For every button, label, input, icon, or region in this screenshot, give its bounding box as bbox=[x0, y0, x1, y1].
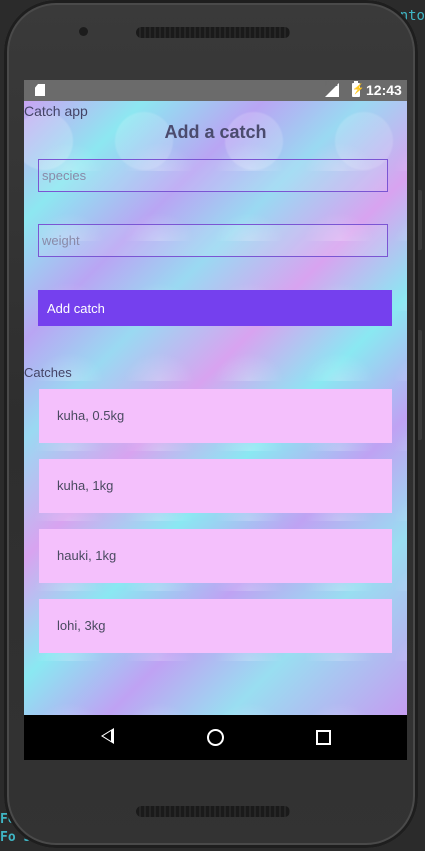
recents-icon[interactable] bbox=[316, 730, 331, 745]
back-icon[interactable] bbox=[101, 728, 114, 744]
status-time: 12:43 bbox=[366, 82, 402, 98]
sd-card-icon bbox=[35, 84, 45, 96]
app-title: Catch app bbox=[24, 103, 88, 119]
front-camera bbox=[79, 27, 88, 36]
catch-list: kuha, 0.5kg kuha, 1kg hauki, 1kg lohi, 3… bbox=[39, 389, 392, 669]
list-item[interactable]: kuha, 0.5kg bbox=[39, 389, 392, 443]
volume-button[interactable] bbox=[418, 330, 422, 440]
add-catch-button[interactable]: Add catch bbox=[38, 290, 392, 326]
species-input[interactable] bbox=[38, 159, 388, 192]
navigation-bar bbox=[24, 715, 407, 760]
home-icon[interactable] bbox=[207, 729, 224, 746]
network-type: LTE bbox=[325, 81, 338, 88]
top-speaker bbox=[136, 27, 290, 38]
weight-input[interactable] bbox=[38, 224, 388, 257]
status-bar: LTE 12:43 bbox=[24, 80, 407, 101]
list-item[interactable]: lohi, 3kg bbox=[39, 599, 392, 653]
phone-frame: LTE 12:43 Catch app Add a catch Add catc… bbox=[4, 0, 422, 848]
list-item[interactable]: hauki, 1kg bbox=[39, 529, 392, 583]
battery-charging-icon bbox=[352, 81, 360, 97]
page-title: Add a catch bbox=[164, 122, 267, 142]
catches-label: Catches bbox=[24, 365, 72, 380]
bottom-speaker bbox=[136, 806, 290, 817]
app-content: Catch app Add a catch Add catch Catches … bbox=[24, 101, 407, 715]
phone-screen: LTE 12:43 Catch app Add a catch Add catc… bbox=[24, 80, 407, 760]
power-button[interactable] bbox=[418, 190, 422, 250]
list-item[interactable]: kuha, 1kg bbox=[39, 459, 392, 513]
